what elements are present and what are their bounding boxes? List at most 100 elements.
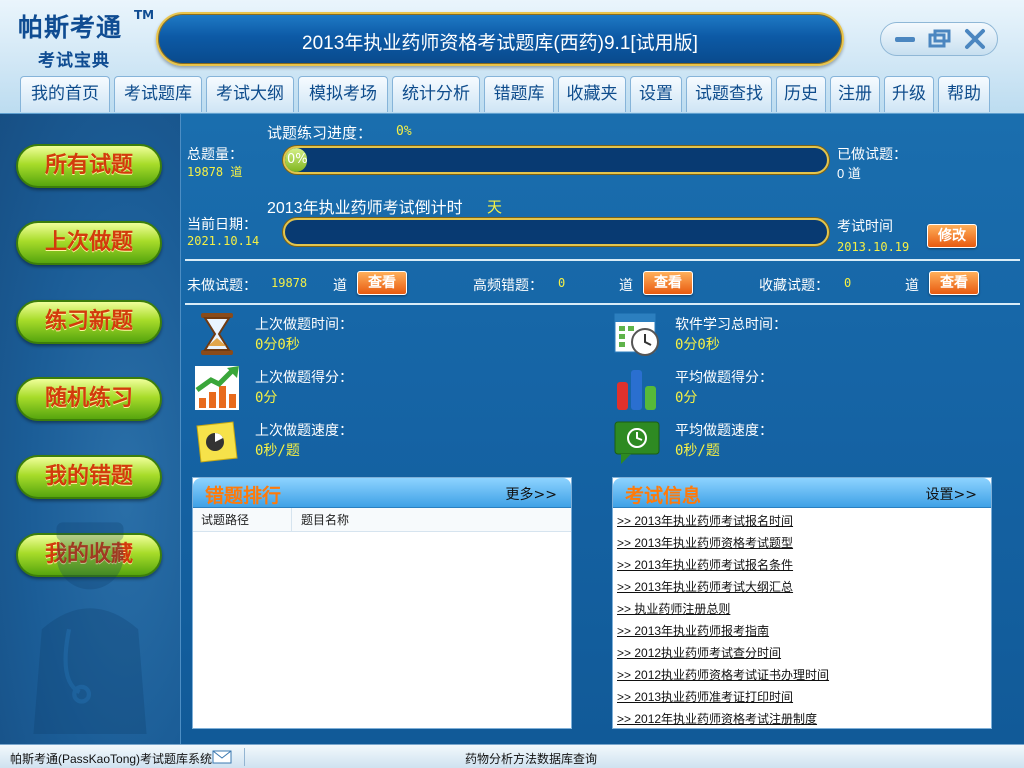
- tab-question-bank[interactable]: 考试题库: [114, 76, 202, 112]
- exam-info-link[interactable]: >> 2013年执业药师考试报名时间: [617, 512, 793, 530]
- last-time-value: 0分0秒: [255, 337, 300, 353]
- wrong-ranking-title: 错题排行: [205, 485, 282, 507]
- view-frequent-wrong-button[interactable]: 查看: [643, 271, 693, 295]
- last-score-value: 0分: [255, 390, 278, 406]
- avg-score-value: 0分: [675, 390, 698, 406]
- wrong-ranking-panel: 错题排行 更多>> 试题路径 题目名称: [192, 477, 572, 729]
- avg-speed-label: 平均做题速度：: [675, 422, 773, 438]
- exam-info-title: 考试信息: [625, 485, 702, 507]
- exam-info-link[interactable]: >> 执业药师注册总则: [617, 600, 730, 618]
- exam-time-value: 2013.10.19: [837, 240, 910, 254]
- exam-info-header: 考试信息 设置>>: [613, 478, 991, 508]
- tab-upgrade[interactable]: 升级: [884, 76, 934, 112]
- fav-label: 收藏试题：: [759, 277, 829, 293]
- current-date-value: 2021.10.14: [187, 234, 260, 248]
- exam-info-link[interactable]: >> 2013执业药师准考证打印时间: [617, 688, 793, 706]
- status-app-name: 帕斯考通(PassKaoTong)考试题库系统: [10, 752, 213, 766]
- logo-trademark: TM: [134, 8, 155, 22]
- tab-register[interactable]: 注册: [830, 76, 880, 112]
- progress-percent: 0%: [396, 124, 412, 139]
- divider-top: [185, 259, 1020, 261]
- tab-favorites[interactable]: 收藏夹: [558, 76, 626, 112]
- my-wrong-button[interactable]: 我的错题: [16, 455, 162, 499]
- column-question-path[interactable]: 试题路径: [201, 508, 249, 532]
- logo-main-text: 帕斯考通: [18, 13, 123, 42]
- exam-info-link[interactable]: >> 2012执业药师资格考试证书办理时间: [617, 666, 829, 684]
- close-icon[interactable]: [961, 27, 989, 51]
- exam-info-panel: 考试信息 设置>> >> 2013年执业药师考试报名时间 >> 2013年执业药…: [612, 477, 992, 729]
- monitor-clock-icon: [614, 421, 660, 464]
- all-questions-button[interactable]: 所有试题: [16, 144, 162, 188]
- window-controls: [880, 22, 998, 56]
- avg-score-label: 平均做题得分：: [675, 369, 773, 385]
- progress-bar-label: 0%: [287, 152, 308, 167]
- growth-chart-icon: [195, 366, 239, 410]
- exam-info-link[interactable]: >> 2012年执业药师资格考试注册制度: [617, 710, 817, 728]
- total-label: 总题量：: [187, 146, 243, 162]
- wrong-ranking-header: 错题排行 更多>>: [193, 478, 571, 508]
- wrong-ranking-more-link[interactable]: 更多>>: [506, 484, 557, 504]
- total-value: 19878 道: [187, 165, 243, 179]
- app-header: 帕斯考通 TM 考试宝典 2013年执业药师资格考试题库(西药)9.1[试用版]…: [0, 0, 1024, 114]
- column-question-name[interactable]: 题目名称: [301, 508, 349, 532]
- new-practice-button[interactable]: 练习新题: [16, 300, 162, 344]
- tab-home[interactable]: 我的首页: [20, 76, 110, 112]
- exam-info-settings-link[interactable]: 设置>>: [926, 484, 977, 504]
- view-fav-button[interactable]: 查看: [929, 271, 979, 295]
- avg-speed-value: 0秒/题: [675, 443, 720, 459]
- window-title: 2013年执业药师资格考试题库(西药)9.1[试用版]: [302, 33, 698, 54]
- view-undone-button[interactable]: 查看: [357, 271, 407, 295]
- dashboard-main: 试题练习进度： 0% 总题量： 19878 道 0% 已做试题： 0 道 201…: [180, 114, 1024, 744]
- frequent-wrong-label: 高频错题：: [473, 277, 543, 293]
- last-practice-button[interactable]: 上次做题: [16, 221, 162, 265]
- exam-info-link[interactable]: >> 2013年执业药师考试大纲汇总: [617, 578, 793, 596]
- tab-history[interactable]: 历史: [776, 76, 826, 112]
- last-speed-value: 0秒/题: [255, 443, 300, 459]
- done-value: 0 道: [837, 166, 861, 181]
- logo-subtitle: 考试宝典: [38, 51, 110, 71]
- minimize-icon[interactable]: [891, 27, 919, 51]
- total-time-label: 软件学习总时间：: [675, 316, 787, 332]
- modify-exam-date-button[interactable]: 修改: [927, 224, 977, 248]
- done-label: 已做试题：: [837, 146, 907, 162]
- tab-help[interactable]: 帮助: [938, 76, 990, 112]
- calendar-clock-icon: [614, 313, 659, 356]
- fav-unit: 道: [905, 277, 919, 293]
- last-score-label: 上次做题得分：: [255, 369, 353, 385]
- sidebar: 所有试题 上次做题 练习新题 随机练习 我的错题 我的收藏: [0, 114, 180, 744]
- exam-info-link[interactable]: >> 2013年执业药师资格考试题型: [617, 534, 793, 552]
- status-bar: 帕斯考通(PassKaoTong)考试题库系统 药物分析方法数据库查询: [0, 744, 1024, 768]
- countdown-title: 2013年执业药师考试倒计时: [267, 200, 463, 217]
- tab-settings[interactable]: 设置: [630, 76, 682, 112]
- countdown-days-unit: 天: [487, 198, 503, 216]
- column-divider: [291, 508, 292, 532]
- speed-note-icon: [196, 421, 238, 463]
- mail-icon[interactable]: [212, 749, 232, 765]
- exam-info-link[interactable]: >> 2013年执业药师考试报名条件: [617, 556, 793, 574]
- undone-label: 未做试题：: [187, 277, 257, 293]
- random-practice-button[interactable]: 随机练习: [16, 377, 162, 421]
- app-logo: 帕斯考通 TM 考试宝典: [10, 6, 155, 71]
- tab-mock-exam[interactable]: 模拟考场: [298, 76, 388, 112]
- exam-info-link[interactable]: >> 2013年执业药师报考指南: [617, 622, 769, 640]
- last-speed-label: 上次做题速度：: [255, 422, 353, 438]
- fav-value: 0: [844, 276, 852, 290]
- total-time-value: 0分0秒: [675, 337, 720, 353]
- exam-info-link[interactable]: >> 2012执业药师考试查分时间: [617, 644, 781, 662]
- window-title-bar[interactable]: 2013年执业药师资格考试题库(西药)9.1[试用版]: [156, 12, 844, 66]
- frequent-wrong-value: 0: [558, 276, 566, 290]
- tab-wrong-bank[interactable]: 错题库: [484, 76, 554, 112]
- current-date-label: 当前日期：: [187, 216, 257, 232]
- bar-chart-icon: [617, 370, 656, 410]
- status-separator: [244, 748, 245, 766]
- progress-title: 试题练习进度：: [267, 125, 373, 142]
- progress-bar: 0%: [283, 146, 829, 174]
- tab-statistics[interactable]: 统计分析: [392, 76, 480, 112]
- hourglass-icon: [201, 313, 233, 355]
- frequent-wrong-unit: 道: [619, 277, 633, 293]
- tab-search[interactable]: 试题查找: [686, 76, 772, 112]
- divider-mid: [185, 303, 1020, 305]
- restore-icon[interactable]: [925, 27, 953, 51]
- tab-syllabus[interactable]: 考试大纲: [206, 76, 294, 112]
- status-center-text: 药物分析方法数据库查询: [465, 752, 598, 766]
